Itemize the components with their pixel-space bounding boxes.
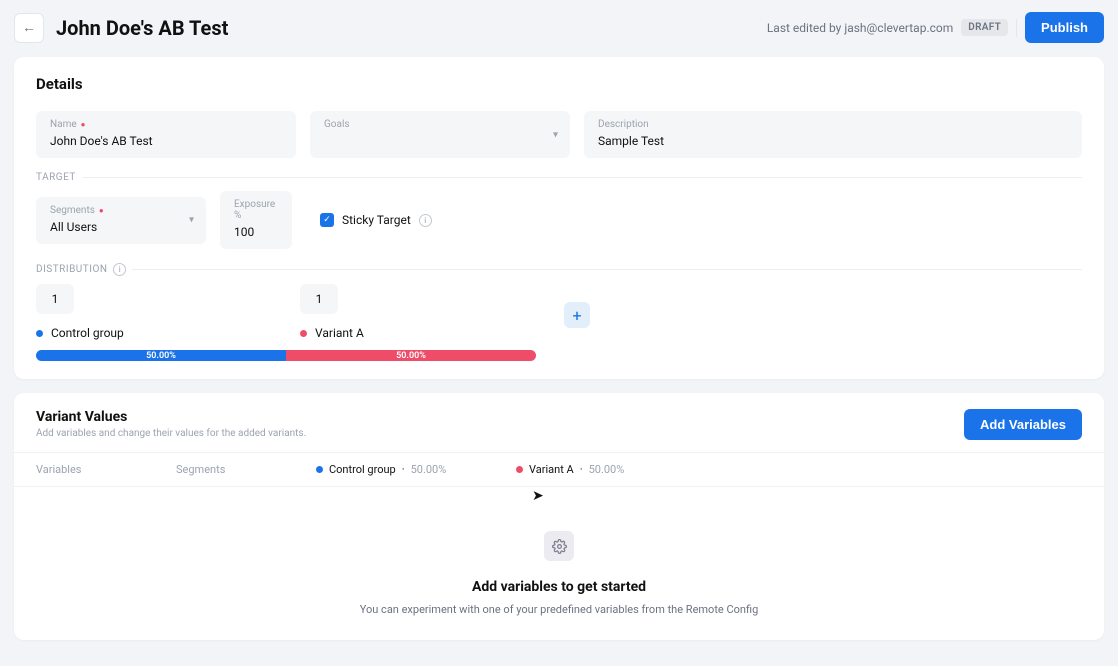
- details-title: Details: [36, 75, 1082, 93]
- publish-button[interactable]: Publish: [1025, 12, 1104, 43]
- col-variant-a: Variant A · 50.00%: [516, 463, 716, 476]
- bar-segment-control: 50.00%: [36, 350, 286, 361]
- segments-value: All Users: [50, 220, 192, 234]
- description-field[interactable]: Description Sample Test: [584, 111, 1082, 158]
- add-variant-button[interactable]: +: [564, 302, 590, 328]
- chevron-down-icon: ▾: [553, 129, 558, 140]
- page-header: ← John Doe's AB Test Last edited by jash…: [14, 12, 1104, 43]
- col-control-group: Control group · 50.00%: [316, 463, 516, 476]
- weight-input[interactable]: 1: [300, 284, 338, 314]
- columns-header: Variables Segments Control group · 50.00…: [14, 452, 1104, 487]
- bar-segment-variant-a: 50.00%: [286, 350, 536, 361]
- plus-icon: +: [572, 306, 581, 325]
- back-button[interactable]: ←: [14, 13, 44, 43]
- divider: [132, 269, 1082, 270]
- variant-values-subtitle: Add variables and change their values fo…: [36, 428, 964, 439]
- add-variables-button[interactable]: Add Variables: [964, 409, 1082, 440]
- description-value: Sample Test: [598, 134, 1068, 148]
- sticky-target-label: Sticky Target: [342, 213, 411, 227]
- gear-icon-box: [544, 531, 574, 561]
- details-card: Details Name● John Doe's AB Test Goals ▾…: [14, 57, 1104, 379]
- segments-field[interactable]: Segments● All Users ▾: [36, 197, 206, 244]
- status-badge: DRAFT: [961, 19, 1008, 36]
- variant-a: 1 Variant A: [300, 284, 550, 340]
- check-icon: ✓: [323, 215, 331, 225]
- last-edited-text: Last edited by jash@clevertap.com: [767, 21, 953, 35]
- target-heading: TARGET: [36, 172, 76, 183]
- variant-name: Control group: [51, 326, 124, 340]
- exposure-value: 100: [234, 225, 278, 239]
- col-segments: Segments: [176, 463, 316, 476]
- info-icon[interactable]: i: [419, 214, 432, 227]
- variant-values-card: Variant Values Add variables and change …: [14, 393, 1104, 640]
- name-field[interactable]: Name● John Doe's AB Test: [36, 111, 296, 158]
- required-indicator: ●: [99, 206, 104, 215]
- distribution-bar: 50.00% 50.00%: [36, 350, 536, 361]
- weight-input[interactable]: 1: [36, 284, 74, 314]
- page-title: John Doe's AB Test: [56, 16, 755, 40]
- gear-icon: [552, 539, 567, 554]
- exposure-field[interactable]: Exposure % 100: [220, 191, 292, 249]
- variant-name: Variant A: [315, 326, 364, 340]
- col-variables: Variables: [36, 463, 176, 476]
- divider: [1016, 19, 1017, 37]
- dot-icon: [300, 330, 307, 337]
- empty-state: Add variables to get started You can exp…: [14, 487, 1104, 640]
- dot-icon: [516, 466, 523, 473]
- divider: [82, 177, 1082, 178]
- chevron-down-icon: ▾: [189, 215, 194, 226]
- required-indicator: ●: [81, 120, 86, 129]
- name-value: John Doe's AB Test: [50, 134, 282, 148]
- variant-values-title: Variant Values: [36, 409, 964, 425]
- arrow-left-icon: ←: [22, 19, 36, 36]
- variant-control-group: 1 Control group: [36, 284, 286, 340]
- dot-icon: [316, 466, 323, 473]
- distribution-heading: DISTRIBUTION: [36, 264, 107, 275]
- info-icon[interactable]: i: [113, 263, 126, 276]
- empty-subtitle: You can experiment with one of your pred…: [14, 603, 1104, 616]
- sticky-target-checkbox[interactable]: ✓: [320, 213, 334, 227]
- empty-title: Add variables to get started: [14, 579, 1104, 595]
- goals-field[interactable]: Goals ▾: [310, 111, 570, 158]
- dot-icon: [36, 330, 43, 337]
